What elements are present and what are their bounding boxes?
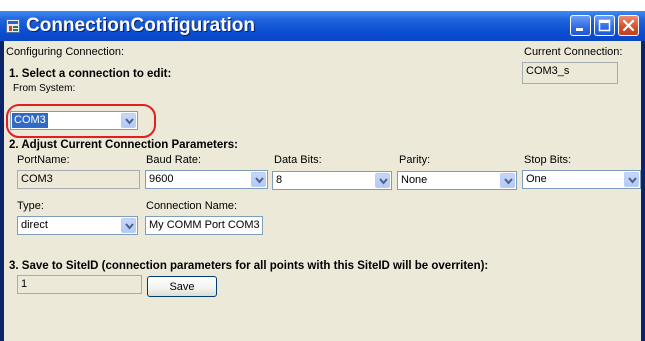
- stop-bits-dropdown[interactable]: One: [522, 170, 641, 189]
- chevron-down-icon: [628, 177, 637, 184]
- window-title: ConnectionConfiguration: [26, 15, 256, 36]
- dropdown-button[interactable]: [251, 172, 266, 187]
- close-button[interactable]: [618, 15, 639, 36]
- chevron-down-icon: [125, 223, 134, 230]
- parity-value: None: [401, 174, 428, 186]
- save-button[interactable]: Save: [147, 276, 217, 297]
- app-icon[interactable]: [6, 19, 20, 33]
- chevron-down-icon: [504, 178, 513, 185]
- stop-bits-label: Stop Bits:: [524, 154, 572, 166]
- chevron-down-icon: [255, 177, 264, 184]
- baud-rate-label: Baud Rate:: [146, 154, 202, 166]
- site-id-field[interactable]: 1: [17, 275, 142, 294]
- minimize-button[interactable]: [570, 15, 591, 36]
- port-name-label: PortName:: [17, 154, 70, 166]
- connection-name-field[interactable]: My COMM Port COM3: [145, 216, 263, 235]
- section2-heading: 2. Adjust Current Connection Parameters:: [9, 139, 238, 151]
- section1-heading: 1. Select a connection to edit:: [9, 68, 172, 80]
- data-bits-dropdown[interactable]: 8: [272, 171, 392, 190]
- close-icon: [622, 19, 635, 32]
- highlight-annotation: [6, 104, 156, 138]
- chevron-down-icon: [379, 178, 388, 185]
- client-area: Configuring Connection: Current Connecti…: [4, 41, 641, 341]
- parity-dropdown[interactable]: None: [397, 171, 517, 190]
- data-bits-value: 8: [276, 174, 283, 186]
- background-strip: [0, 0, 645, 11]
- dropdown-button[interactable]: [121, 218, 136, 233]
- type-label: Type:: [17, 200, 44, 212]
- minimize-icon: [576, 28, 583, 31]
- connection-configuration-window: ConnectionConfiguration Configuring Conn…: [0, 11, 645, 341]
- baud-rate-dropdown[interactable]: 9600: [145, 170, 268, 189]
- configuring-connection-label: Configuring Connection:: [6, 46, 125, 58]
- type-dropdown[interactable]: direct: [17, 216, 138, 235]
- stop-bits-value: One: [526, 173, 547, 185]
- type-value: direct: [21, 219, 48, 231]
- port-name-field[interactable]: COM3: [17, 170, 140, 189]
- dropdown-button[interactable]: [500, 173, 515, 188]
- current-connection-label: Current Connection:: [524, 46, 623, 58]
- current-connection-field[interactable]: COM3_s: [522, 62, 618, 84]
- from-system-label: From System:: [13, 83, 76, 93]
- maximize-icon: [598, 19, 611, 32]
- connection-name-label: Connection Name:: [146, 200, 238, 212]
- maximize-button[interactable]: [594, 15, 615, 36]
- parity-label: Parity:: [399, 154, 431, 166]
- dropdown-button[interactable]: [375, 173, 390, 188]
- section3-heading: 3. Save to SiteID (connection parameters…: [9, 260, 489, 272]
- title-bar[interactable]: ConnectionConfiguration: [0, 11, 645, 41]
- baud-rate-value: 9600: [149, 173, 174, 185]
- data-bits-label: Data Bits:: [274, 154, 322, 166]
- dropdown-button[interactable]: [624, 172, 639, 187]
